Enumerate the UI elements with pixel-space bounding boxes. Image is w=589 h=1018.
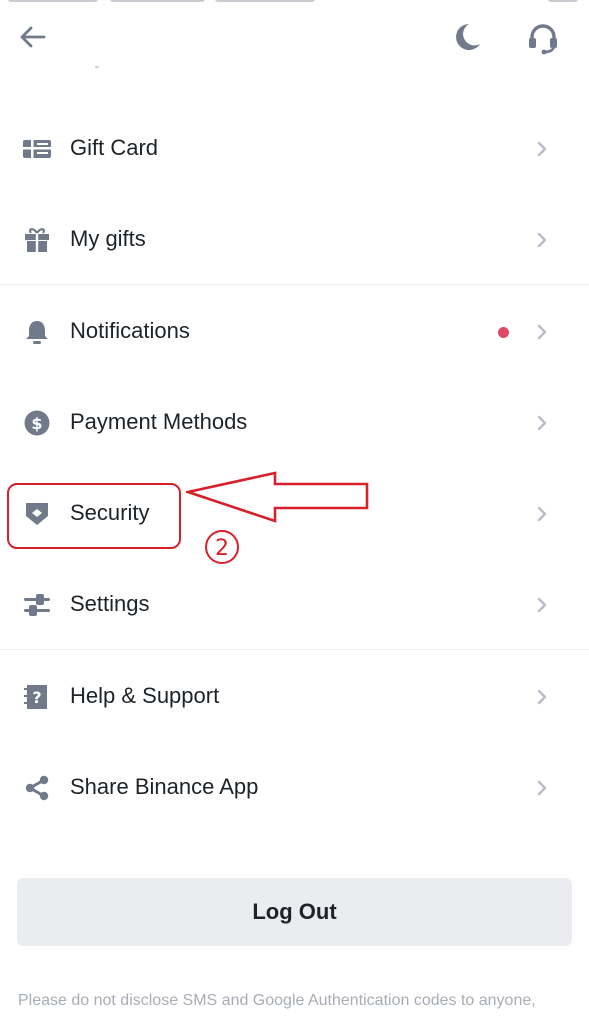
menu-item-label: Share Binance App [70, 774, 259, 799]
theme-toggle-button[interactable] [449, 20, 485, 56]
menu-item-payment-methods[interactable]: $ Payment Methods [0, 377, 589, 467]
unread-indicator-dot [498, 327, 509, 338]
svg-text:?: ? [32, 688, 41, 707]
headset-icon [529, 24, 557, 55]
help-document-icon: ? [24, 685, 47, 709]
annotation-arrow-icon [186, 471, 369, 523]
chevron-right-icon [537, 689, 547, 705]
menu-item-label: Help & Support [70, 683, 220, 708]
top-bar [0, 0, 589, 75]
chevron-right-icon [537, 324, 547, 340]
chevron-right-icon [537, 232, 547, 248]
svg-text:$: $ [31, 414, 42, 433]
chevron-right-icon [537, 506, 547, 522]
menu-item-gift-card[interactable]: Gift Card [0, 103, 589, 193]
back-button[interactable] [16, 22, 50, 52]
bell-icon [26, 321, 48, 344]
menu-item-notifications[interactable]: Notifications [0, 286, 589, 376]
share-icon [25, 775, 49, 801]
menu-item-label: Gift Card [70, 135, 159, 160]
section-divider [0, 284, 589, 285]
sliders-icon [24, 594, 50, 616]
menu-item-label: Payment Methods [70, 409, 248, 434]
arrow-left-icon [20, 26, 46, 48]
menu-item-my-gifts[interactable]: My gifts [0, 194, 589, 284]
menu-item-label: Settings [70, 591, 150, 616]
annotation-step-number-text: 2 [215, 536, 229, 561]
menu-item-help-support[interactable]: ? Help & Support [0, 651, 589, 741]
gift-card-icon [23, 140, 51, 158]
chevron-right-icon [537, 780, 547, 796]
log-out-label: Log Out [252, 899, 337, 924]
menu-item-label: My gifts [70, 226, 146, 251]
annotation-step-number: 2 [205, 530, 239, 564]
chevron-right-icon [537, 597, 547, 613]
security-disclaimer-text: Please do not disclose SMS and Google Au… [18, 992, 536, 1009]
customer-support-button[interactable] [524, 20, 562, 58]
scroll-hint [95, 66, 99, 68]
chevron-right-icon [537, 141, 547, 157]
status-bar-fragment [0, 0, 589, 6]
moon-icon [456, 24, 480, 50]
chevron-right-icon [537, 415, 547, 431]
annotation-highlight-box [7, 483, 181, 549]
menu-item-share-app[interactable]: Share Binance App [0, 742, 589, 832]
section-divider [0, 649, 589, 650]
menu-item-label: Notifications [70, 318, 190, 343]
dollar-circle-icon: $ [24, 410, 50, 436]
gift-box-icon [25, 228, 49, 252]
menu-item-settings[interactable]: Settings [0, 559, 589, 649]
log-out-button[interactable]: Log Out [17, 878, 572, 946]
